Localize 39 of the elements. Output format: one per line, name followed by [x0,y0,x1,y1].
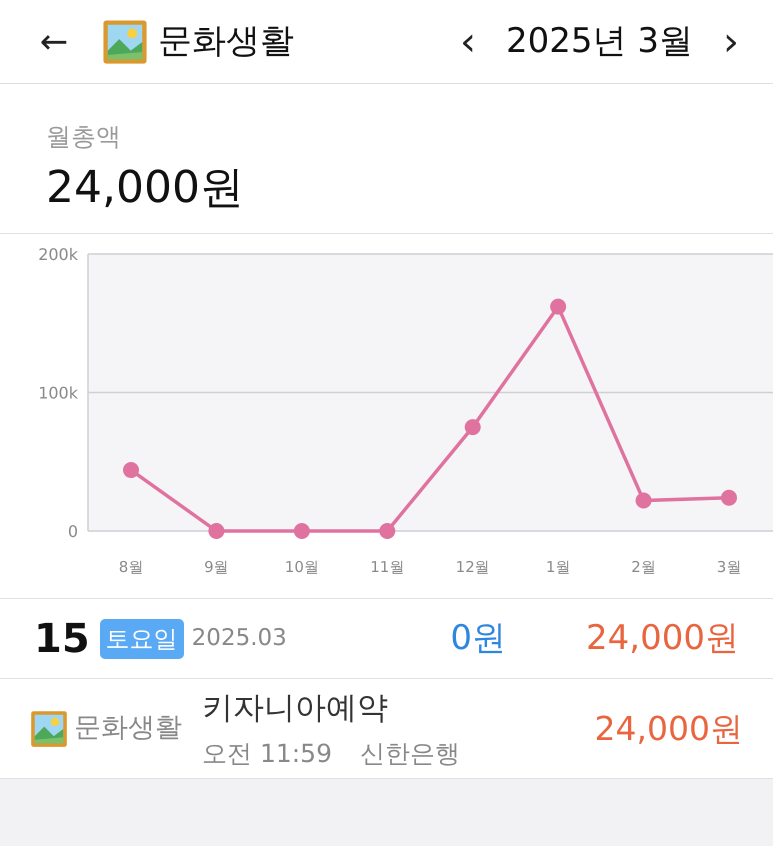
y-tick-label: 200k [38,245,78,264]
category-title: 문화생활 [158,20,294,63]
year-month: 2025.03 [192,624,287,654]
framed-picture-icon [30,710,68,748]
data-point [721,490,737,506]
x-tick-label: 2월 [631,558,656,576]
framed-picture-icon [102,18,148,64]
x-tick-label: 10월 [284,558,319,576]
data-point [379,523,396,539]
y-tick-label: 100k [38,384,78,402]
next-month-button[interactable]: › [723,22,739,62]
x-tick-label: 9월 [204,558,229,576]
month-label: 2025년 3월 [506,20,693,63]
transaction-title: 키자니아예약 [202,688,389,728]
transaction-amount: 24,000원 [594,708,743,750]
weekday-badge: 토요일 [100,618,184,658]
data-point [636,492,652,509]
data-point [464,419,481,436]
x-tick-label: 3월 [716,558,742,576]
previous-month-button[interactable]: ‹ [460,22,476,62]
data-point [294,523,310,539]
account-name: 신한은행 [360,738,460,770]
total-label: 월총액 [46,121,122,153]
x-tick-label: 12월 [456,558,490,576]
transaction-time: 오전 11:59 [202,738,332,770]
data-point [208,523,224,539]
x-tick-label: 8월 [118,558,144,576]
category-label: 문화생활 [74,711,182,746]
day-number: 15 [34,614,90,664]
total-amount: 24,000원 [46,160,245,214]
x-tick-label: 11월 [370,558,404,576]
expense-amount: 24,000원 [586,617,739,660]
data-point [123,462,139,478]
back-button[interactable]: ← [34,24,74,58]
income-amount: 0원 [450,617,506,660]
x-tick-label: 1월 [546,558,570,576]
transaction-row[interactable]: 문화생활 키자니아예약 오전 11:59 신한은행 24,000원 [0,679,773,779]
data-point [550,298,566,315]
y-tick-label: 0 [68,522,78,541]
